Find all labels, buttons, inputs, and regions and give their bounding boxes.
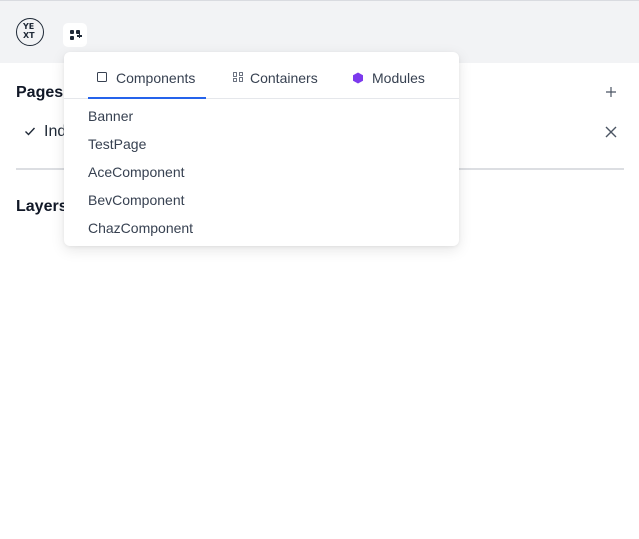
tab-modules[interactable]: Modules: [352, 68, 442, 98]
popover-tabs: Components Containers Modules: [64, 52, 459, 99]
tab-containers[interactable]: Containers: [230, 68, 330, 98]
square-icon: [97, 72, 107, 82]
list-item[interactable]: ChazComponent: [88, 220, 193, 236]
tab-label: Containers: [250, 70, 318, 86]
list-item[interactable]: Banner: [88, 108, 133, 124]
add-component-button[interactable]: [63, 23, 87, 47]
layers-heading: Layers: [16, 198, 68, 216]
page-name: Ind: [44, 123, 66, 141]
active-tab-indicator: [88, 97, 206, 99]
list-item[interactable]: AceComponent: [88, 164, 185, 180]
yext-logo: YE XT: [16, 18, 44, 46]
pages-heading: Pages: [16, 84, 63, 102]
list-item[interactable]: BevComponent: [88, 192, 185, 208]
hexagon-icon: [352, 72, 364, 84]
check-icon: [24, 125, 36, 137]
grid-icon: [233, 72, 244, 83]
insert-popover: Components Containers Modules Banner Tes…: [64, 52, 459, 246]
logo-text-bottom: XT: [23, 32, 35, 40]
tab-label: Components: [116, 70, 195, 86]
plus-icon[interactable]: [603, 84, 619, 100]
tab-components[interactable]: Components: [88, 68, 206, 98]
logo-text-top: YE: [23, 23, 34, 31]
list-item[interactable]: TestPage: [88, 136, 146, 152]
tab-label: Modules: [372, 70, 425, 86]
close-icon[interactable]: [604, 125, 618, 139]
